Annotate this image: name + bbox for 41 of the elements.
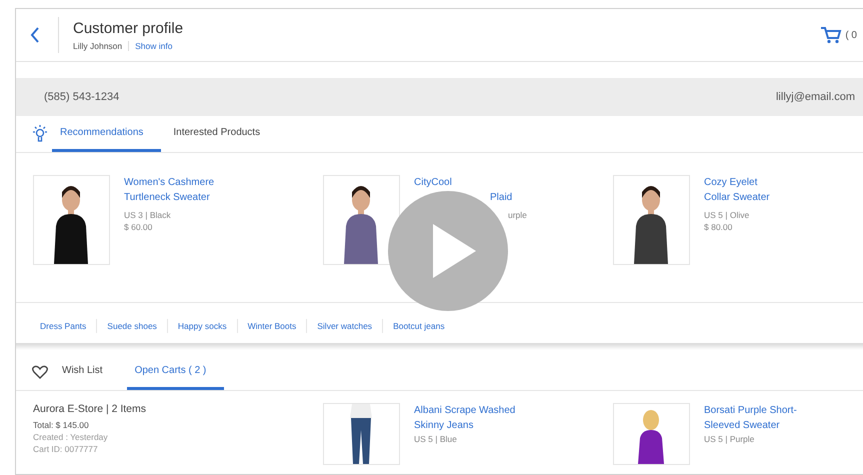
product-title[interactable]: Cozy Eyelet (704, 175, 758, 190)
store-name: Aurora E-Store | 2 Items (33, 403, 148, 415)
cart-detail: Total: $ 145.00 (33, 419, 90, 431)
product-detail: US 5 | Blue (414, 433, 457, 445)
product-detail: $ 80.00 (704, 221, 732, 233)
product-title[interactable]: Women's Cashmere (124, 175, 214, 190)
product-title[interactable]: CityCool (414, 175, 452, 190)
product-title[interactable]: Sleeved Sweater (704, 418, 780, 433)
product-detail: US 3 | Black (124, 209, 171, 221)
show-info-link[interactable]: Show info (135, 40, 172, 50)
cart-count: ( 0 (845, 30, 857, 40)
phone-number: (585) 543-1234 (44, 91, 120, 103)
back-icon[interactable] (30, 27, 40, 43)
customer-name: Lilly Johnson (73, 40, 122, 50)
product-title[interactable]: Borsati Purple Short- (704, 403, 797, 418)
product-title[interactable]: Albani Scrape Washed (414, 403, 516, 418)
search-link[interactable]: Winter Boots (238, 321, 306, 331)
search-link[interactable]: Happy socks (168, 321, 237, 331)
search-link[interactable]: Dress Pants (30, 321, 96, 331)
cart-detail: Created : Yesterday (33, 431, 109, 443)
product-detail: US 5 | Olive (704, 209, 750, 221)
page-title: Customer profile (73, 20, 184, 36)
product-title[interactable]: Turtleneck Sweater (124, 190, 210, 205)
search-link[interactable]: Suede shoes (97, 321, 167, 331)
product-detail: urple (508, 209, 527, 221)
product-title[interactable]: Collar Sweater (704, 190, 770, 205)
search-link[interactable]: Bootcut jeans (383, 321, 455, 331)
email-address: lillyj@email.com (776, 91, 855, 103)
lightbulb-icon (32, 124, 48, 144)
tab[interactable]: Wish List (54, 354, 121, 390)
tab[interactable]: Recommendations (52, 116, 162, 152)
heart-icon (32, 365, 48, 379)
search-link[interactable]: Silver watches (307, 321, 382, 331)
cart-icon[interactable] (820, 26, 842, 44)
tab[interactable]: Interested Products (165, 116, 278, 152)
product-detail: US 5 | Purple (704, 433, 754, 445)
tab[interactable]: Open Carts ( 2 ) (126, 354, 224, 390)
product-title[interactable]: Skinny Jeans (414, 418, 474, 433)
cart-detail: Cart ID: 0077777 (33, 443, 99, 455)
product-detail: $ 60.00 (124, 221, 152, 233)
product-title[interactable]: Plaid (490, 190, 512, 205)
